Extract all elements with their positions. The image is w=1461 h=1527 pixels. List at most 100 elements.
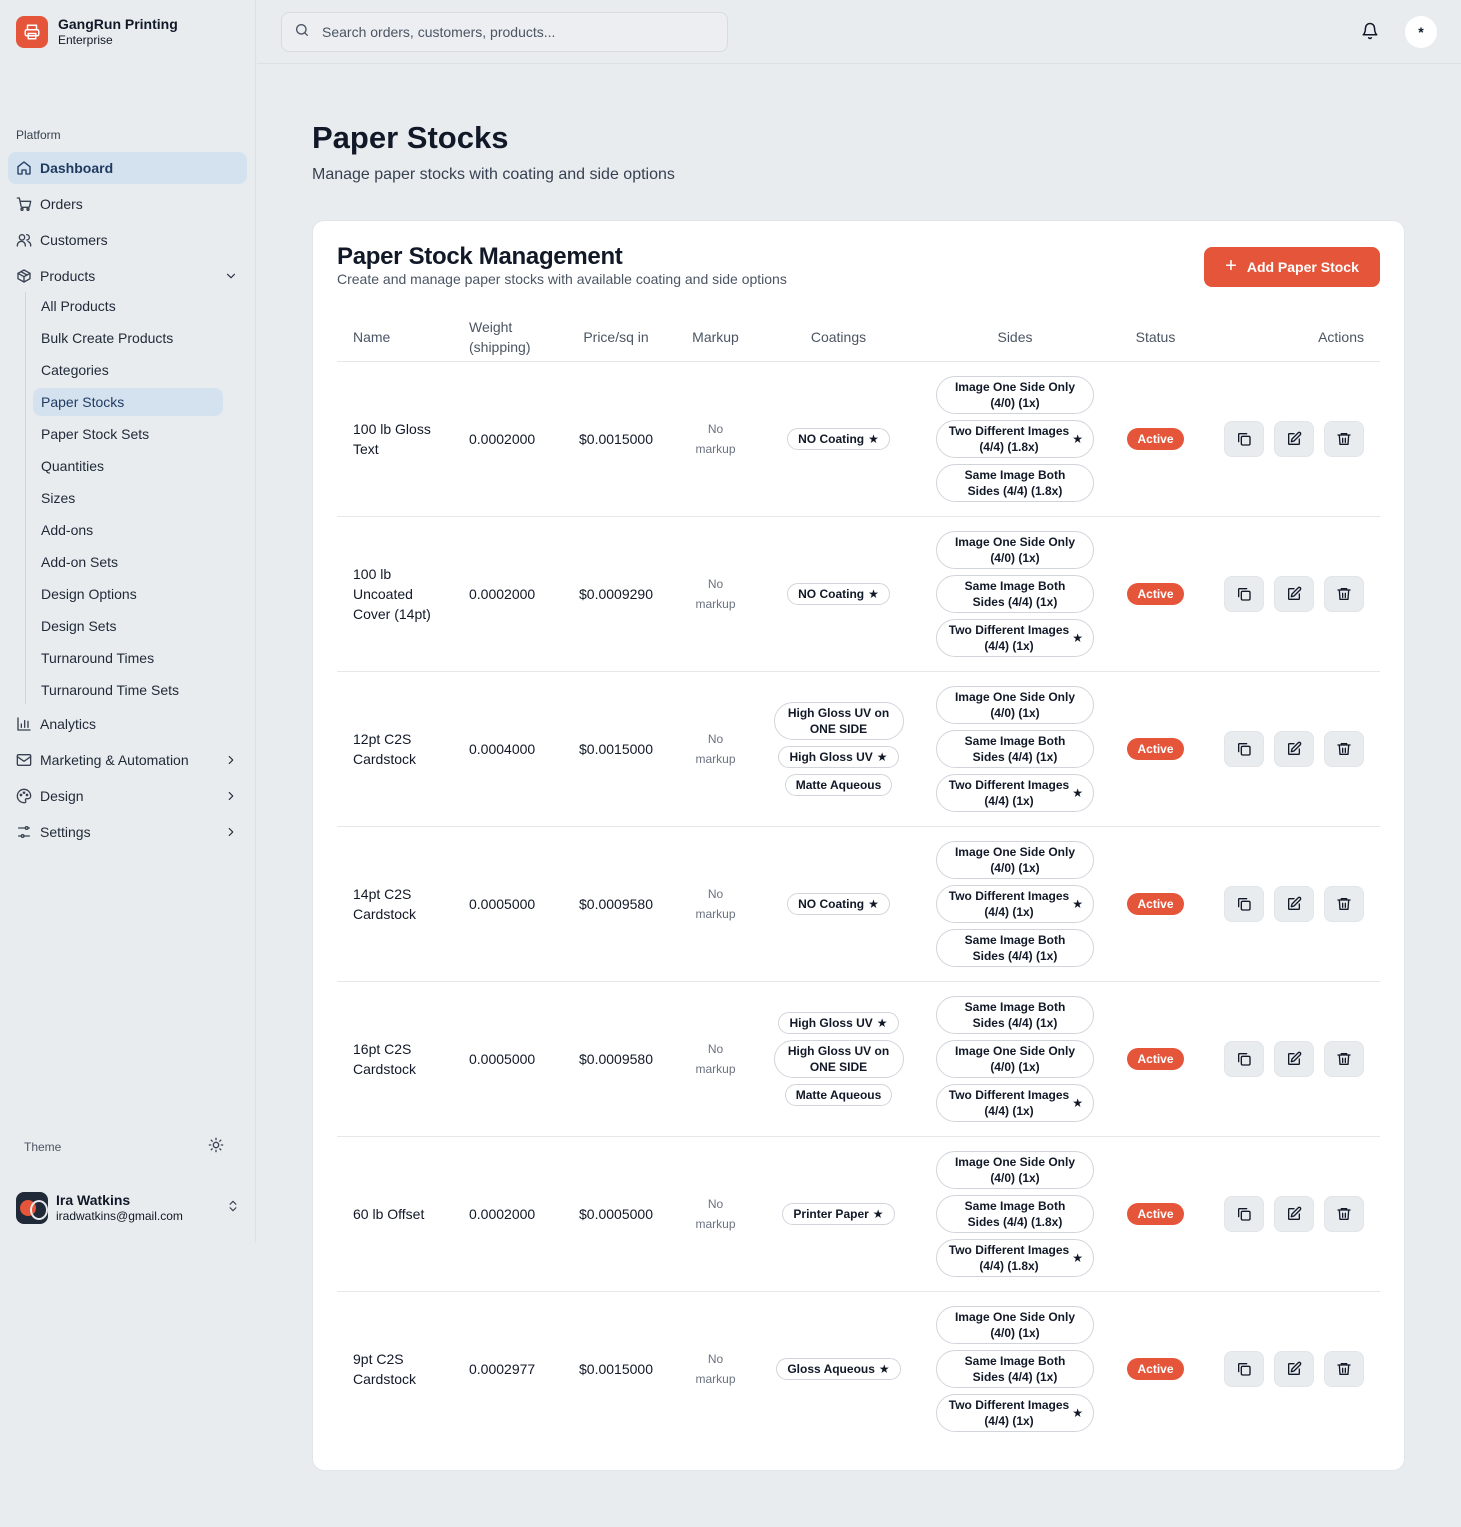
sun-icon[interactable] [208, 1137, 224, 1156]
delete-button[interactable] [1324, 1350, 1364, 1387]
side-chip: Same Image Both Sides (4/4) (1x) [936, 928, 1094, 967]
header-markup[interactable]: Markup [675, 313, 756, 362]
status-badge: Active [1127, 1357, 1184, 1380]
side-label: Image One Side Only (4/0) (1x) [954, 379, 1076, 410]
trash-icon [1336, 741, 1352, 757]
cell-price: $0.0009580 [557, 826, 675, 982]
sidebar-item-analytics[interactable]: Analytics [8, 708, 247, 740]
subnav-item-bulk-create-products[interactable]: Bulk Create Products [33, 324, 223, 352]
bell-icon[interactable] [1361, 22, 1379, 45]
duplicate-button[interactable] [1224, 730, 1264, 767]
side-label: Image One Side Only (4/0) (1x) [954, 689, 1076, 720]
sidebar-item-label: Products [40, 268, 96, 284]
edit-button[interactable] [1274, 575, 1314, 612]
cell-status: Active [1109, 826, 1202, 982]
subnav-item-turnaround-time-sets[interactable]: Turnaround Time Sets [33, 676, 223, 704]
sidebar-item-dashboard[interactable]: Dashboard [8, 152, 247, 184]
search-bar[interactable] [281, 12, 728, 52]
edit-icon [1286, 1361, 1302, 1377]
sidebar-nav: Dashboard Orders Customers Products All … [8, 152, 247, 852]
sidebar-item-marketing[interactable]: Marketing & Automation [8, 744, 247, 776]
sidebar-item-settings[interactable]: Settings [8, 816, 247, 848]
add-paper-stock-button[interactable]: + Add Paper Stock [1204, 247, 1380, 287]
sidebar-item-customers[interactable]: Customers [8, 224, 247, 256]
duplicate-button[interactable] [1224, 1195, 1264, 1232]
cell-sides: Same Image Both Sides (4/4) (1x) Image On… [921, 981, 1109, 1137]
subnav-item-sizes[interactable]: Sizes [33, 484, 223, 512]
subnav-item-add-on-sets[interactable]: Add-on Sets [33, 548, 223, 576]
cell-markup: No markup [675, 826, 756, 982]
cell-markup: No markup [675, 671, 756, 827]
page-subtitle: Manage paper stocks with coating and sid… [312, 166, 675, 183]
subnav-item-turnaround-times[interactable]: Turnaround Times [33, 644, 223, 672]
cell-actions [1202, 826, 1380, 982]
side-label: Two Different Images (4/4) (1.8x) [948, 1242, 1070, 1273]
duplicate-button[interactable] [1224, 420, 1264, 457]
duplicate-button[interactable] [1224, 885, 1264, 922]
duplicate-button[interactable] [1224, 1350, 1264, 1387]
subnav-item-paper-stocks[interactable]: Paper Stocks [33, 388, 223, 416]
sidebar-item-orders[interactable]: Orders [8, 188, 247, 220]
coating-label: NO Coating [798, 896, 865, 911]
delete-button[interactable] [1324, 575, 1364, 612]
subnav-item-categories[interactable]: Categories [33, 356, 223, 384]
edit-button[interactable] [1274, 885, 1314, 922]
delete-button[interactable] [1324, 1040, 1364, 1077]
subnav-item-paper-stock-sets[interactable]: Paper Stock Sets [33, 420, 223, 448]
side-label: Same Image Both Sides (4/4) (1x) [964, 733, 1066, 764]
star-icon: ★ [872, 1206, 884, 1221]
edit-icon [1286, 741, 1302, 757]
subnav-item-all-products[interactable]: All Products [33, 292, 223, 320]
edit-button[interactable] [1274, 420, 1314, 457]
delete-button[interactable] [1324, 420, 1364, 457]
sidebar-item-label: Design [40, 788, 84, 804]
user-email: iradwatkins@gmail.com [56, 1209, 183, 1223]
coating-label: High Gloss UV [789, 749, 873, 764]
brand[interactable]: GangRun Printing Enterprise [16, 16, 178, 48]
mail-icon [16, 752, 32, 768]
subnav-item-add-ons[interactable]: Add-ons [33, 516, 223, 544]
cell-actions [1202, 671, 1380, 827]
side-chip: Same Image Both Sides (4/4) (1x) [936, 574, 1094, 613]
header-weight[interactable]: Weight (shipping) [453, 313, 557, 362]
side-label: Same Image Both Sides (4/4) (1.8x) [964, 467, 1066, 498]
table-row: 100 lb Gloss Text 0.0002000 $0.0015000 No m… [337, 361, 1380, 517]
side-chip: Same Image Both Sides (4/4) (1.8x) [936, 463, 1094, 502]
duplicate-button[interactable] [1224, 575, 1264, 612]
delete-button[interactable] [1324, 730, 1364, 767]
coating-chip: Printer Paper ★ [782, 1202, 895, 1225]
paper-stock-name: 100 lb Gloss Text [353, 420, 431, 457]
header-price[interactable]: Price/sq in [557, 313, 675, 362]
edit-button[interactable] [1274, 1040, 1314, 1077]
cell-actions [1202, 981, 1380, 1137]
paper-stock-name: 9pt C2S Cardstock [353, 1350, 417, 1387]
duplicate-button[interactable] [1224, 1040, 1264, 1077]
sidebar-item-label: Customers [40, 232, 108, 248]
sidebar-item-products[interactable]: Products [8, 260, 247, 292]
header-sides[interactable]: Sides [921, 313, 1109, 362]
side-label: Same Image Both Sides (4/4) (1x) [964, 932, 1066, 963]
cell-name: 60 lb Offset [337, 1136, 453, 1292]
coating-chip: NO Coating ★ [787, 892, 890, 915]
subnav-item-quantities[interactable]: Quantities [33, 452, 223, 480]
subnav-item-design-sets[interactable]: Design Sets [33, 612, 223, 640]
sidebar-item-design[interactable]: Design [8, 780, 247, 812]
subnav-item-design-options[interactable]: Design Options [33, 580, 223, 608]
delete-button[interactable] [1324, 1195, 1364, 1232]
cell-price: $0.0015000 [557, 671, 675, 827]
header-coatings[interactable]: Coatings [756, 313, 921, 362]
search-input[interactable] [322, 24, 702, 40]
edit-button[interactable] [1274, 730, 1314, 767]
user-avatar-button[interactable]: * [1405, 16, 1437, 48]
header-name[interactable]: Name [337, 313, 453, 362]
user-menu[interactable]: Ira Watkins iradwatkins@gmail.com [16, 1192, 240, 1224]
table-row: 9pt C2S Cardstock 0.0002977 $0.0015000 No m… [337, 1291, 1380, 1446]
header-status[interactable]: Status [1109, 313, 1202, 362]
edit-button[interactable] [1274, 1350, 1314, 1387]
delete-button[interactable] [1324, 885, 1364, 922]
markup-text: No markup [695, 421, 736, 456]
theme-row: Theme [24, 1137, 224, 1156]
edit-button[interactable] [1274, 1195, 1314, 1232]
palette-icon [16, 788, 32, 804]
trash-icon [1336, 1206, 1352, 1222]
